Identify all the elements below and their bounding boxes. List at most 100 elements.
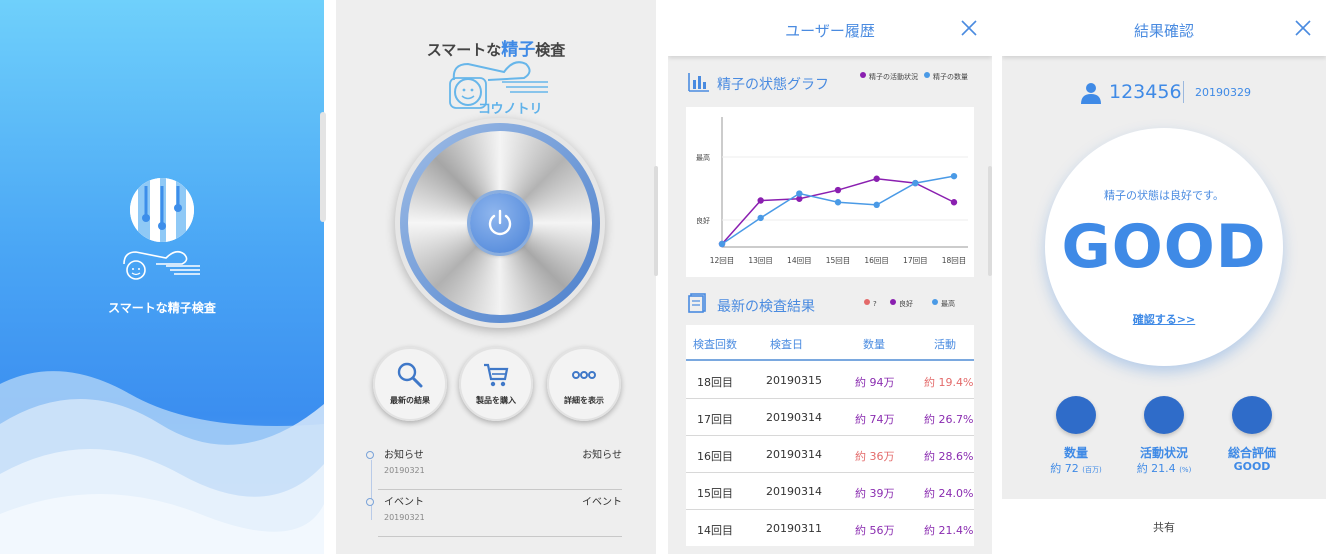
notice-title: イベント	[384, 497, 424, 508]
confirm-link[interactable]: 確認する>>	[1045, 311, 1283, 327]
stat-value: 約 21.4 (%)	[1124, 460, 1204, 476]
legend-item: 最高	[932, 299, 955, 309]
stat-count: 数量 約 72 (百万)	[1036, 396, 1116, 476]
legend-dot	[924, 72, 930, 78]
timeline-dot	[366, 451, 374, 459]
data-point	[834, 199, 842, 206]
share-label: 共有	[1153, 521, 1175, 534]
event-item[interactable]: イベント イベント 20190321	[366, 493, 622, 537]
data-point	[796, 190, 803, 197]
notice-item[interactable]: お知らせ お知らせ 20190321	[366, 446, 622, 490]
table-row[interactable]: 14回目 20190311 約 56万 約 21.4%	[686, 510, 974, 546]
x-tick-label: 17回目	[903, 256, 928, 265]
result-header: 結果確認	[1002, 0, 1326, 56]
document-icon	[688, 293, 706, 313]
search-icon	[397, 362, 423, 388]
test-number-cell: 14回目	[697, 524, 733, 537]
count-cell: 約 56万	[855, 524, 895, 537]
user-id: 123456	[1109, 81, 1182, 103]
wave-decoration	[0, 371, 324, 554]
table-row[interactable]: 17回目 20190314 約 74万 約 26.7%	[686, 399, 974, 436]
count-cell: 約 36万	[855, 450, 895, 463]
stat-indicator	[1144, 396, 1184, 434]
test-date-cell: 20190314	[766, 411, 822, 424]
stork-logo-icon	[123, 250, 200, 280]
legend-item: 精子の数量	[924, 72, 970, 82]
test-number-cell: 17回目	[697, 413, 733, 426]
x-tick-label: 16回目	[864, 256, 889, 265]
stat-value: 約 72 (百万)	[1036, 460, 1116, 476]
bar-chart-icon	[688, 73, 709, 92]
share-button[interactable]: 共有	[1002, 499, 1326, 554]
measurement-dial	[395, 118, 605, 328]
stat-unit: (百万)	[1082, 466, 1102, 474]
column-header: 数量	[863, 338, 885, 351]
stat-overall: 総合評価 GOOD	[1212, 396, 1292, 476]
test-date-cell: 20190315	[766, 374, 822, 387]
table-header: 検査回数 検査日 数量 活動	[686, 325, 974, 361]
data-point	[718, 240, 726, 248]
x-tick-label: 13回目	[748, 256, 773, 265]
count-cell: 約 94万	[855, 376, 895, 389]
close-icon[interactable]	[1294, 19, 1312, 37]
data-point	[873, 201, 880, 209]
results-table: 検査回数 検査日 数量 活動 18回目 20190315 約 94万約 19.4% 1…	[686, 325, 974, 546]
notice-title: お知らせ	[384, 450, 424, 461]
user-info-bar: 123456 20190329	[1002, 80, 1326, 106]
power-icon	[488, 209, 512, 236]
legend-label: 精子の数量	[933, 73, 968, 81]
y-tick-label: 良好	[696, 216, 710, 225]
activity-cell: 約 21.4%	[924, 524, 974, 537]
data-point	[757, 197, 764, 204]
stat-unit: (%)	[1179, 466, 1192, 474]
result-message: 精子の状態は良好です。	[1104, 189, 1224, 202]
divider	[378, 536, 622, 537]
latest-results-button[interactable]: 最新の結果	[373, 347, 447, 421]
stat-number: GOOD	[1233, 460, 1271, 473]
test-number-cell: 15回目	[697, 487, 733, 500]
result-confirm-screen: 結果確認 123456 20190329 精子の状態は良好です。 GOOD 確認…	[1002, 0, 1326, 554]
column-header: 検査日	[770, 338, 803, 351]
stat-label: 数量	[1063, 446, 1088, 460]
more-icon	[572, 371, 596, 379]
result-grade: GOOD	[1061, 212, 1267, 282]
timeline-dot	[366, 498, 374, 506]
power-button[interactable]	[470, 193, 530, 253]
home-screen: スマートな精子検査 コウノトリ 最新の結果 製品を購入 詳細を表示 お知らせ お…	[336, 0, 656, 554]
legend-dot	[864, 299, 870, 305]
table-row[interactable]: 15回目 20190314 約 39万 約 24.0%	[686, 473, 974, 510]
column-header: 検査回数	[693, 338, 737, 351]
table-row[interactable]: 16回目 20190314 約 36万 約 28.6%	[686, 436, 974, 473]
app-logo-icon	[130, 178, 194, 242]
y-tick-label: 最高	[696, 153, 710, 162]
user-history-screen: ユーザー履歴 精子の状態グラフ 精子の活動状況 精子の数量 最高 良好 12回目 13…	[668, 0, 992, 554]
x-tick-label: 18回目	[942, 256, 967, 265]
results-section-title: 最新の検査結果	[717, 299, 815, 315]
stat-label: 活動状況	[1139, 446, 1188, 460]
x-tick-label: 12回目	[710, 256, 735, 265]
user-icon	[1081, 83, 1101, 104]
legend-dot	[890, 299, 896, 305]
cart-icon	[484, 363, 509, 387]
legend-item: 精子の活動状況	[860, 72, 922, 82]
stat-label: 総合評価	[1227, 446, 1276, 460]
buy-product-label: 製品を購入	[476, 396, 516, 405]
notice-tag: お知らせ	[582, 450, 622, 461]
buy-product-button[interactable]: 製品を購入	[459, 347, 533, 421]
data-point	[950, 172, 958, 180]
show-details-button[interactable]: 詳細を表示	[547, 347, 621, 421]
data-point	[757, 214, 764, 222]
dial-ring	[400, 123, 600, 323]
legend-label: 最高	[941, 300, 955, 308]
result-date: 20190329	[1195, 86, 1251, 99]
stat-number: 約 21.4	[1136, 462, 1176, 475]
count-cell: 約 39万	[855, 487, 895, 500]
test-date-cell: 20190314	[766, 448, 822, 461]
close-icon[interactable]	[960, 19, 978, 37]
show-details-label: 詳細を表示	[564, 396, 604, 405]
stat-indicator	[1232, 396, 1272, 434]
status-line-chart: 最高良好 12回目 13回目 14回目 15回目 16回目 17回目 18回目	[696, 117, 968, 265]
data-point	[912, 179, 919, 187]
table-row[interactable]: 18回目 20190315 約 94万 約 19.4%	[686, 362, 974, 399]
data-point	[950, 199, 958, 206]
